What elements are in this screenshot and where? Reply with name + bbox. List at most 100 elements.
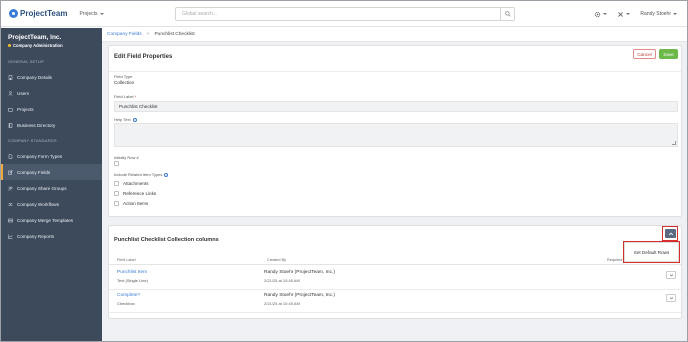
help-text-label: Help Text (114, 117, 137, 122)
created-date: 2/21/25 at 10:45 AM (264, 301, 300, 306)
sidebar-item-label: Company Merge Templates (17, 217, 74, 223)
chevron-down-icon (603, 13, 608, 15)
save-button[interactable]: Save (659, 49, 678, 59)
column-name-link[interactable]: Complete? (117, 293, 140, 298)
sidebar-item-label: Company Reports (17, 233, 55, 239)
top-right-controls: Randy Stoehr (594, 1, 677, 27)
field-label-input[interactable]: Punchlist Checklist (114, 101, 678, 112)
attachments-checkbox[interactable] (114, 181, 119, 186)
help-text-textarea[interactable] (114, 123, 678, 147)
breadcrumb-link-company-fields[interactable]: Company Fields (107, 32, 142, 37)
logo-icon (9, 9, 18, 18)
building-icon (8, 74, 13, 80)
search-button[interactable] (500, 8, 514, 20)
chart-icon (8, 234, 13, 239)
divider (109, 71, 681, 72)
shuffle-icon (8, 202, 13, 207)
chevron-down-icon (626, 13, 631, 15)
related-types-label: Include Related Item Types (114, 172, 169, 177)
cancel-button[interactable]: Cancel (633, 49, 656, 59)
sidebar-item-company-merge-templates[interactable]: Company Merge Templates (1, 212, 102, 228)
sidebar-item-label: Company Fields (17, 169, 51, 175)
column-header-field-label: Field Label (117, 258, 136, 262)
sidebar-item-business-directory[interactable]: Business Directory (1, 117, 102, 133)
reference-links-label: Reference Links (123, 191, 157, 196)
collection-columns-panel: Punchlist Checklist Collection columns S… (108, 225, 682, 319)
status-dot-icon (8, 44, 11, 47)
search-icon (504, 11, 511, 17)
chevron-down-icon (99, 12, 104, 15)
field-label-label: Field Label * (114, 94, 136, 99)
sidebar-item-label: Company Details (17, 74, 52, 80)
column-name-link[interactable]: Punchlist Item (117, 270, 147, 275)
created-date: 2/21/25 at 10:45 AM (264, 278, 300, 283)
created-by: Randy Stoehr (ProjectTeam, Inc.) (264, 293, 335, 298)
projects-menu-label: Projects (79, 10, 98, 17)
template-icon (8, 218, 13, 223)
column-header-required: Required (607, 258, 623, 262)
tools-menu[interactable] (617, 11, 631, 18)
row-menu-button[interactable] (666, 294, 676, 302)
breadcrumb: Company Fields > Punchlist Checklist (102, 28, 687, 42)
created-by: Randy Stoehr (ProjectTeam, Inc.) (264, 270, 335, 275)
search-input[interactable] (176, 8, 500, 20)
sidebar-item-company-fields[interactable]: Company Fields (1, 164, 102, 180)
help-text-label-text: Help Text (114, 117, 131, 122)
sidebar-item-company-form-types[interactable]: Company Form Types (1, 148, 102, 164)
related-types-label-text: Include Related Item Types (114, 172, 163, 177)
projects-menu[interactable]: Projects (79, 10, 104, 17)
book-icon (8, 122, 13, 128)
chevron-down-icon (669, 296, 673, 299)
company-name: ProjectTeam, Inc. (8, 34, 62, 41)
file-icon (8, 153, 13, 159)
action-items-checkbox[interactable] (114, 201, 119, 206)
field-label-text: Field Label (114, 94, 134, 99)
global-search (175, 7, 515, 21)
sidebar-item-company-workflows[interactable]: Company Workflows (1, 196, 102, 212)
section-heading-general: GENERAL SETUP (8, 59, 45, 64)
sidebar: ProjectTeam, Inc. Company Administration… (1, 28, 102, 341)
attachments-label: Attachments (123, 181, 149, 186)
sidebar-item-label: Users (17, 90, 29, 96)
tools-icon (618, 11, 624, 17)
initial-rows-checkbox[interactable] (114, 161, 119, 166)
row-menu-button[interactable] (666, 271, 676, 279)
chevron-down-icon (673, 13, 677, 15)
initial-rows-label: Initially Row # (114, 155, 139, 160)
user-name: Randy Stoehr (640, 11, 671, 17)
info-icon[interactable] (132, 117, 137, 122)
gear-icon (595, 11, 601, 17)
info-icon[interactable] (164, 172, 169, 177)
required-marker: * (134, 94, 137, 99)
table-row: Punchlist Item Text (Single Line) Randy … (109, 266, 681, 290)
edit-icon (8, 169, 13, 175)
field-type-value: Collection (114, 80, 135, 85)
top-navigation-bar: ProjectTeam Projects Randy Stoehr (1, 1, 687, 27)
logo[interactable]: ProjectTeam (9, 9, 67, 18)
folder-icon (8, 107, 13, 112)
user-icon (8, 90, 13, 96)
company-header: ProjectTeam, Inc. Company Administration (1, 28, 102, 48)
company-subtitle-text: Company Administration (13, 43, 63, 48)
sidebar-item-projects[interactable]: Projects (1, 101, 102, 117)
column-type: Checkbox (117, 301, 135, 306)
field-type-label: Field Type (114, 74, 133, 79)
table-row: Complete? Checkbox Randy Stoehr (Project… (109, 289, 681, 313)
sidebar-item-label: Company Workflows (17, 201, 60, 207)
panel-title: Punchlist Checklist Collection columns (114, 237, 219, 243)
settings-menu[interactable] (594, 11, 608, 18)
sidebar-item-company-details[interactable]: Company Details (1, 69, 102, 85)
field-label-value: Punchlist Checklist (119, 104, 158, 109)
breadcrumb-current: Punchlist Checklist (154, 32, 195, 37)
logo-text: ProjectTeam (20, 9, 68, 18)
sidebar-item-company-share-groups[interactable]: Company Share Groups (1, 180, 102, 196)
reference-links-checkbox[interactable] (114, 191, 119, 196)
chevron-down-icon (669, 273, 673, 276)
sidebar-item-users[interactable]: Users (1, 85, 102, 101)
app-window: ProjectTeam Projects Randy Stoehr (0, 0, 688, 342)
user-menu[interactable]: Randy Stoehr (640, 11, 677, 17)
sidebar-item-company-reports[interactable]: Company Reports (1, 228, 102, 244)
sidebar-item-label: Company Form Types (17, 153, 63, 159)
edit-field-properties-panel: Edit Field Properties Cancel Save Field … (108, 45, 682, 217)
sidebar-item-label: Business Directory (17, 122, 56, 128)
